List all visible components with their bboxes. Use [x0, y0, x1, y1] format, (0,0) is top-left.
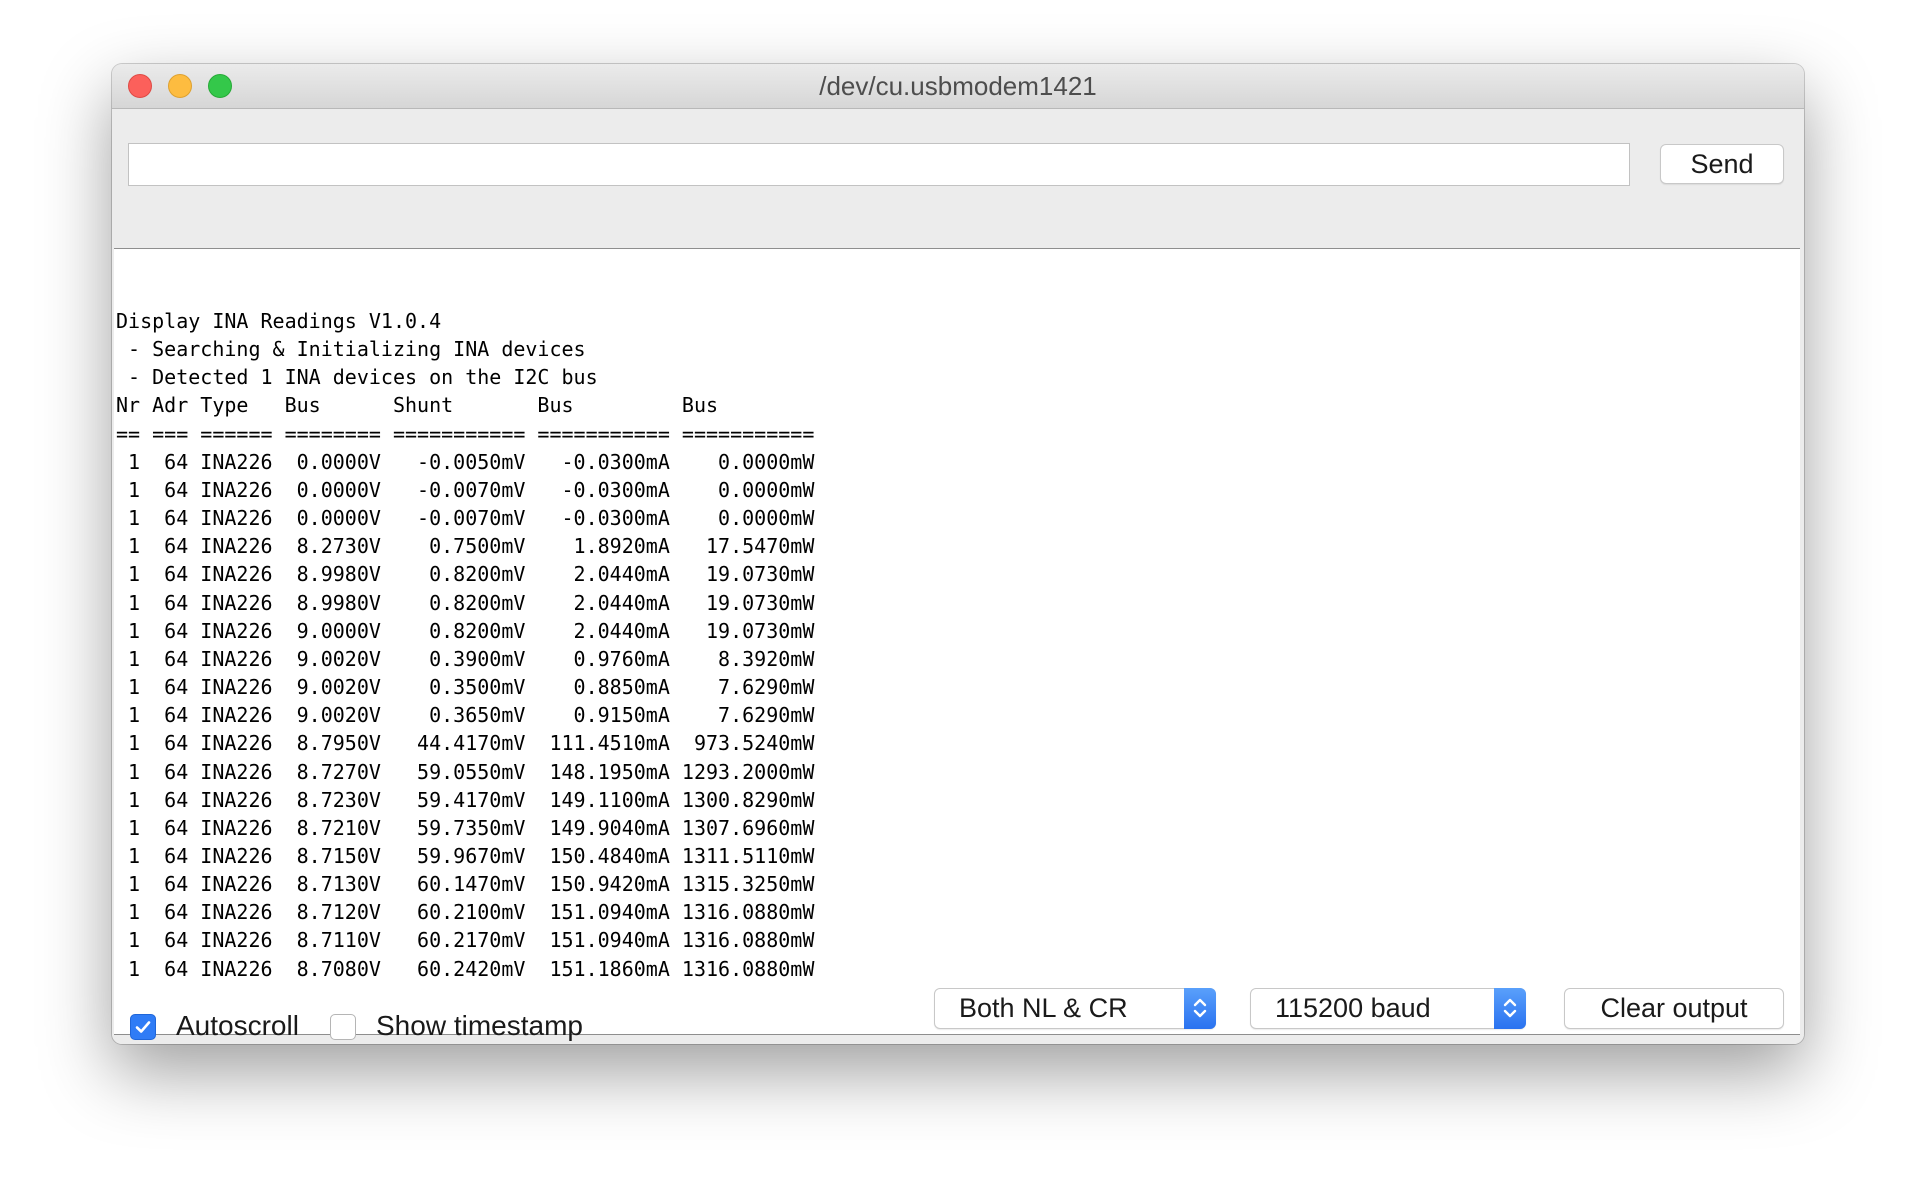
- up-down-chevron-icon: [1494, 988, 1526, 1029]
- output-line: == === ====== ======== =========== =====…: [116, 421, 815, 446]
- show-timestamp-label[interactable]: Show timestamp: [376, 1010, 583, 1042]
- output-line: 1 64 INA226 8.7950V 44.4170mV 111.4510mA…: [116, 731, 815, 756]
- up-down-chevron-icon: [1184, 988, 1216, 1029]
- autoscroll-checkbox[interactable]: [130, 1014, 156, 1040]
- title-bar[interactable]: /dev/cu.usbmodem1421: [112, 64, 1804, 109]
- output-line: 1 64 INA226 8.7270V 59.0550mV 148.1950mA…: [116, 759, 815, 784]
- output-line: 1 64 INA226 8.2730V 0.7500mV 1.8920mA 17…: [116, 534, 815, 559]
- output-line: 1 64 INA226 8.7080V 60.2420mV 151.1860mA…: [116, 956, 815, 981]
- bottom-toolbar: [112, 1035, 1804, 1044]
- output-line: 1 64 INA226 8.7130V 60.1470mV 150.9420mA…: [116, 872, 815, 897]
- output-line: 1 64 INA226 8.9980V 0.8200mV 2.0440mA 19…: [116, 590, 815, 615]
- line-ending-select[interactable]: Both NL & CR: [934, 988, 1216, 1029]
- autoscroll-label[interactable]: Autoscroll: [176, 1010, 299, 1042]
- show-timestamp-checkbox[interactable]: [330, 1014, 356, 1040]
- output-line: - Detected 1 INA devices on the I2C bus: [116, 365, 598, 390]
- output-line: 1 64 INA226 9.0020V 0.3650mV 0.9150mA 7.…: [116, 703, 815, 728]
- output-line: 1 64 INA226 0.0000V -0.0070mV -0.0300mA …: [116, 506, 815, 531]
- serial-output-area[interactable]: Display INA Readings V1.0.4 - Searching …: [114, 248, 1800, 1035]
- checkmark-icon: [135, 1021, 151, 1033]
- output-line: - Searching & Initializing INA devices: [116, 337, 586, 362]
- baud-rate-value: 115200 baud: [1275, 993, 1431, 1023]
- baud-rate-select[interactable]: 115200 baud: [1250, 988, 1526, 1029]
- output-line: Nr Adr Type Bus Shunt Bus Bus: [116, 393, 719, 418]
- output-line: 1 64 INA226 8.9980V 0.8200mV 2.0440mA 19…: [116, 562, 815, 587]
- output-line: 1 64 INA226 9.0020V 0.3900mV 0.9760mA 8.…: [116, 646, 815, 671]
- serial-monitor-window: /dev/cu.usbmodem1421 Send Display INA Re…: [112, 64, 1804, 1044]
- output-line: 1 64 INA226 8.7120V 60.2100mV 151.0940mA…: [116, 900, 815, 925]
- clear-output-button[interactable]: Clear output: [1564, 988, 1784, 1029]
- line-ending-value: Both NL & CR: [959, 993, 1128, 1023]
- serial-output-text: Display INA Readings V1.0.4 - Searching …: [116, 307, 814, 983]
- output-line: 1 64 INA226 0.0000V -0.0050mV -0.0300mA …: [116, 449, 815, 474]
- output-line: 1 64 INA226 8.7110V 60.2170mV 151.0940mA…: [116, 928, 815, 953]
- serial-send-input[interactable]: [128, 143, 1630, 186]
- output-line: Display INA Readings V1.0.4: [116, 309, 442, 333]
- output-line: 1 64 INA226 9.0020V 0.3500mV 0.8850mA 7.…: [116, 675, 815, 700]
- output-line: 1 64 INA226 0.0000V -0.0070mV -0.0300mA …: [116, 477, 815, 502]
- output-line: 1 64 INA226 8.7150V 59.9670mV 150.4840mA…: [116, 843, 815, 868]
- send-button[interactable]: Send: [1660, 144, 1784, 184]
- output-line: 1 64 INA226 8.7210V 59.7350mV 149.9040mA…: [116, 815, 815, 840]
- output-line: 1 64 INA226 8.7230V 59.4170mV 149.1100mA…: [116, 787, 815, 812]
- output-line: 1 64 INA226 9.0000V 0.8200mV 2.0440mA 19…: [116, 618, 815, 643]
- window-title: /dev/cu.usbmodem1421: [819, 71, 1097, 101]
